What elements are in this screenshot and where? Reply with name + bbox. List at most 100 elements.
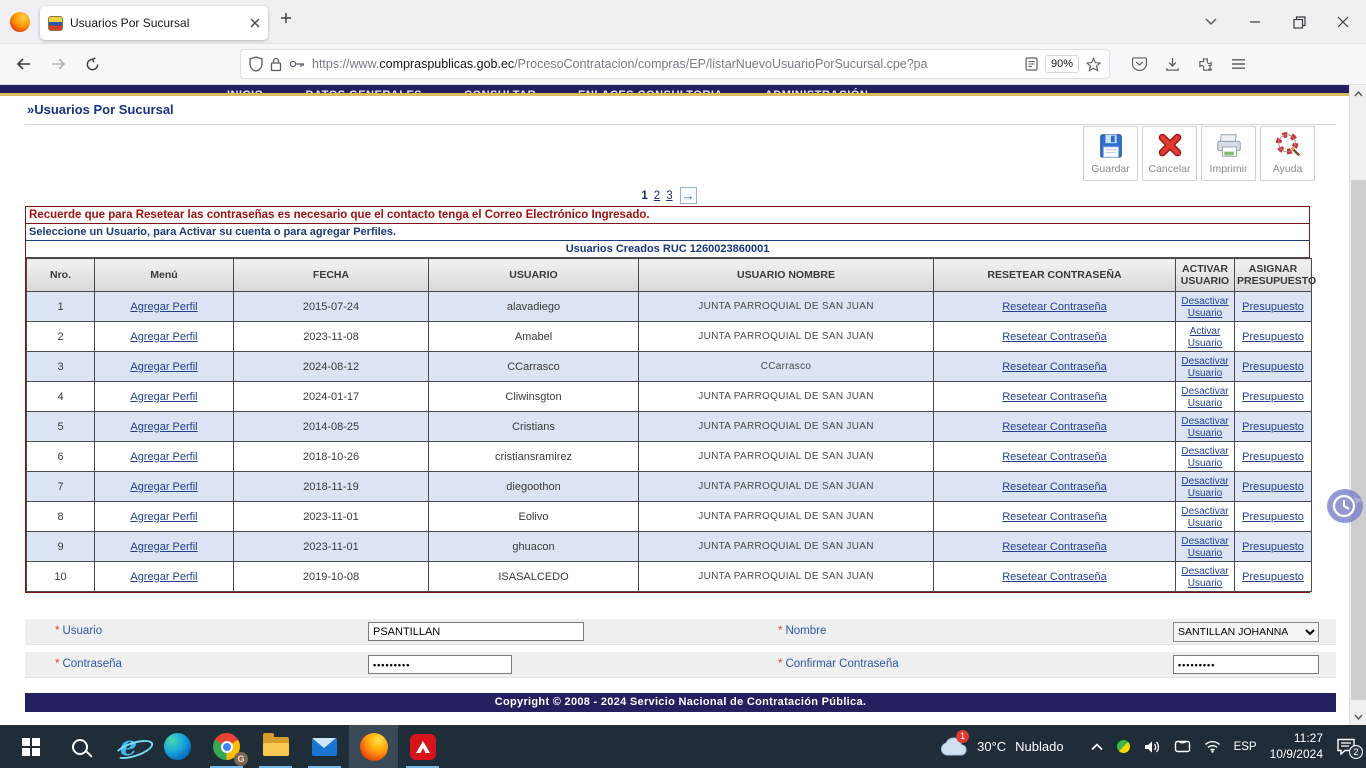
- cancelar-button[interactable]: Cancelar: [1142, 126, 1197, 181]
- keyboard-language-button[interactable]: ESP: [1234, 741, 1257, 753]
- menu-link[interactable]: Agregar Perfil: [130, 571, 197, 583]
- menu-link[interactable]: Agregar Perfil: [130, 511, 197, 523]
- activar-link[interactable]: Desactivar Usuario: [1181, 296, 1228, 319]
- users-table: Nro.MenúFECHAUSUARIOUSUARIO NOMBRERESETE…: [26, 258, 1312, 592]
- activar-link[interactable]: Desactivar Usuario: [1181, 446, 1228, 469]
- saved-password-key-icon[interactable]: [289, 59, 305, 69]
- chrome-button[interactable]: G: [202, 725, 251, 768]
- activar-link[interactable]: Desactivar Usuario: [1181, 506, 1228, 529]
- nombre-select[interactable]: SANTILLAN JOHANNA: [1173, 622, 1319, 642]
- resetear-link[interactable]: Resetear Contraseña: [1002, 421, 1107, 433]
- back-button[interactable]: [10, 50, 38, 78]
- activar-link[interactable]: Activar Usuario: [1188, 326, 1222, 349]
- new-tab-button[interactable]: [280, 12, 300, 32]
- ayuda-button[interactable]: Ayuda: [1260, 126, 1315, 181]
- activar-link[interactable]: Desactivar Usuario: [1181, 476, 1228, 499]
- activar-link[interactable]: Desactivar Usuario: [1181, 416, 1228, 439]
- minimize-button[interactable]: [1246, 13, 1264, 31]
- resetear-link[interactable]: Resetear Contraseña: [1002, 451, 1107, 463]
- presupuesto-link[interactable]: Presupuesto: [1242, 481, 1304, 493]
- guardar-button[interactable]: Guardar: [1083, 126, 1138, 181]
- presupuesto-link[interactable]: Presupuesto: [1242, 391, 1304, 403]
- resetear-link[interactable]: Resetear Contraseña: [1002, 391, 1107, 403]
- confirmar-contrasena-input[interactable]: [1173, 655, 1319, 674]
- antivirus-shield-icon[interactable]: [1116, 739, 1131, 754]
- usuario-input[interactable]: [368, 622, 584, 641]
- taskbar-search-button[interactable]: [55, 725, 104, 768]
- menu-link[interactable]: Agregar Perfil: [130, 391, 197, 403]
- contrasena-input[interactable]: [368, 655, 512, 674]
- presupuesto-link[interactable]: Presupuesto: [1242, 301, 1304, 313]
- presupuesto-link[interactable]: Presupuesto: [1242, 331, 1304, 343]
- resetear-link[interactable]: Resetear Contraseña: [1002, 361, 1107, 373]
- resetear-link[interactable]: Resetear Contraseña: [1002, 481, 1107, 493]
- resetear-link[interactable]: Resetear Contraseña: [1002, 301, 1107, 313]
- presupuesto-link[interactable]: Presupuesto: [1242, 421, 1304, 433]
- action-center-button[interactable]: 2: [1336, 738, 1356, 755]
- volume-icon[interactable]: [1144, 740, 1161, 754]
- activar-link[interactable]: Desactivar Usuario: [1181, 566, 1228, 589]
- start-button[interactable]: [6, 725, 55, 768]
- extensions-puzzle-icon[interactable]: [1198, 57, 1213, 72]
- scrollbar-thumb[interactable]: [1351, 180, 1366, 700]
- activar-link[interactable]: Desactivar Usuario: [1181, 356, 1228, 379]
- mail-button[interactable]: [300, 725, 349, 768]
- menu-link[interactable]: Agregar Perfil: [130, 541, 197, 553]
- downloads-icon[interactable]: [1165, 57, 1180, 72]
- address-bar[interactable]: https://www.compraspublicas.gob.ec/Proce…: [240, 49, 1110, 79]
- menu-link[interactable]: Agregar Perfil: [130, 361, 197, 373]
- activar-link[interactable]: Desactivar Usuario: [1181, 536, 1228, 559]
- activar-link[interactable]: Desactivar Usuario: [1181, 386, 1228, 409]
- imprimir-button[interactable]: Imprimir: [1201, 126, 1256, 181]
- cast-display-icon[interactable]: [1174, 740, 1191, 753]
- firefox-button[interactable]: [349, 725, 398, 768]
- presupuesto-link[interactable]: Presupuesto: [1242, 451, 1304, 463]
- page-number[interactable]: 1: [641, 190, 647, 202]
- presupuesto-link[interactable]: Presupuesto: [1242, 541, 1304, 553]
- resetear-link[interactable]: Resetear Contraseña: [1002, 571, 1107, 583]
- internet-explorer-button[interactable]: e: [104, 725, 153, 768]
- resetear-link[interactable]: Resetear Contraseña: [1002, 331, 1107, 343]
- resetear-link[interactable]: Resetear Contraseña: [1002, 511, 1107, 523]
- scroll-down-icon[interactable]: [1350, 708, 1366, 725]
- vertical-scrollbar[interactable]: [1349, 85, 1366, 725]
- forward-button[interactable]: [44, 50, 72, 78]
- presupuesto-link[interactable]: Presupuesto: [1242, 511, 1304, 523]
- lock-icon[interactable]: [270, 57, 282, 72]
- next-page-arrow[interactable]: →: [680, 187, 697, 204]
- tab-list-chevron-icon[interactable]: [1202, 13, 1220, 31]
- select-user-hint-text: Seleccione un Usuario, para Activar su c…: [26, 224, 1309, 241]
- weather-widget[interactable]: 1 30°C Nublado: [940, 737, 1063, 756]
- acrobat-button[interactable]: [398, 725, 447, 768]
- floating-clock-widget[interactable]: [1326, 487, 1366, 525]
- restore-button[interactable]: [1290, 13, 1308, 31]
- menu-hamburger-icon[interactable]: [1231, 58, 1246, 70]
- menu-link[interactable]: Agregar Perfil: [130, 451, 197, 463]
- edge-button[interactable]: [153, 725, 202, 768]
- menu-link[interactable]: Agregar Perfil: [130, 481, 197, 493]
- tracking-shield-icon[interactable]: [249, 56, 263, 72]
- page-number[interactable]: 2: [654, 190, 660, 202]
- clock-date-widget[interactable]: 11:27 10/9/2024: [1270, 731, 1323, 762]
- bookmark-star-icon[interactable]: [1086, 57, 1101, 72]
- reader-view-icon[interactable]: [1025, 57, 1038, 71]
- pocket-icon[interactable]: [1132, 57, 1147, 71]
- url-text[interactable]: https://www.compraspublicas.gob.ec/Proce…: [312, 57, 1018, 71]
- wifi-icon[interactable]: [1204, 740, 1221, 753]
- close-button[interactable]: [1334, 13, 1352, 31]
- menu-link[interactable]: Agregar Perfil: [130, 301, 197, 313]
- presupuesto-link[interactable]: Presupuesto: [1242, 571, 1304, 583]
- resetear-link[interactable]: Resetear Contraseña: [1002, 541, 1107, 553]
- page-number[interactable]: 3: [666, 190, 672, 202]
- presupuesto-link[interactable]: Presupuesto: [1242, 361, 1304, 373]
- tray-chevron-up-icon[interactable]: [1091, 743, 1103, 751]
- menu-link[interactable]: Agregar Perfil: [130, 421, 197, 433]
- tab-close-icon[interactable]: [250, 18, 260, 28]
- zoom-level-badge[interactable]: 90%: [1045, 55, 1079, 73]
- file-explorer-button[interactable]: [251, 725, 300, 768]
- scroll-up-icon[interactable]: [1350, 85, 1366, 102]
- reload-button[interactable]: [78, 50, 106, 78]
- active-tab[interactable]: Usuarios Por Sucursal: [40, 6, 268, 40]
- column-header: ASIGNAR PRESUPUESTO: [1235, 259, 1312, 292]
- menu-link[interactable]: Agregar Perfil: [130, 331, 197, 343]
